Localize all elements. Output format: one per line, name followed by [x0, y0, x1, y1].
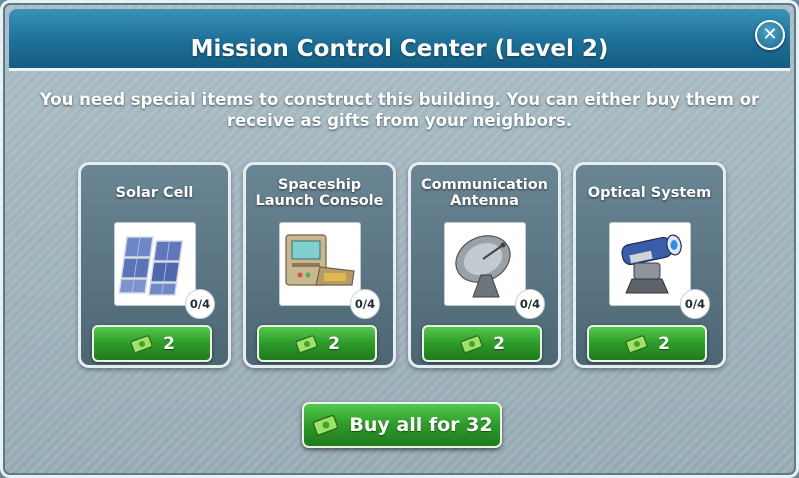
cash-icon — [313, 414, 339, 436]
item-count-badge: 0/4 — [185, 289, 215, 319]
cash-icon — [130, 334, 153, 353]
item-image-box — [444, 222, 526, 306]
item-name: Spaceship Launch Console — [255, 177, 384, 209]
item-count-badge: 0/4 — [515, 289, 545, 319]
cash-icon — [625, 334, 648, 353]
item-card-optical-system: Optical System 0/4 2 — [573, 162, 726, 368]
cash-icon — [460, 334, 483, 353]
item-price: 2 — [658, 333, 670, 354]
item-image-box — [114, 222, 196, 306]
solar-cell-icon — [118, 236, 184, 296]
dialog-title: Mission Control Center (Level 2) — [190, 36, 609, 62]
optical-system-icon — [621, 234, 682, 294]
launch-console-icon — [285, 234, 355, 286]
item-name: Communication Antenna — [420, 177, 548, 209]
item-image-box — [279, 222, 361, 306]
buy-communication-antenna-button[interactable]: 2 — [422, 325, 542, 362]
title-bar: Mission Control Center (Level 2) — [9, 9, 790, 71]
item-name: Solar Cell — [115, 185, 194, 201]
buy-all-button[interactable]: Buy all for 32 — [302, 402, 502, 448]
item-price: 2 — [328, 333, 340, 354]
buy-solar-cell-button[interactable]: 2 — [92, 325, 212, 362]
item-name: Optical System — [587, 185, 712, 201]
close-icon: ✕ — [762, 24, 778, 45]
item-image-box — [609, 222, 691, 306]
item-price: 2 — [493, 333, 505, 354]
construction-dialog: Mission Control Center (Level 2) ✕ You n… — [0, 0, 799, 478]
buy-launch-console-button[interactable]: 2 — [257, 325, 377, 362]
item-count-badge: 0/4 — [350, 289, 380, 319]
cash-icon — [295, 334, 318, 353]
item-card-solar-cell: Solar Cell 0/4 2 — [78, 162, 231, 368]
instruction-message: You need special items to construct this… — [39, 90, 760, 130]
item-card-launch-console: Spaceship Launch Console 0/4 2 — [243, 162, 396, 368]
close-button[interactable]: ✕ — [755, 20, 785, 50]
buy-all-label: Buy all for 32 — [349, 414, 493, 436]
buy-optical-system-button[interactable]: 2 — [587, 325, 707, 362]
item-price: 2 — [163, 333, 175, 354]
antenna-icon — [455, 235, 511, 298]
item-card-communication-antenna: Communication Antenna 0/4 2 — [408, 162, 561, 368]
item-count-badge: 0/4 — [680, 289, 710, 319]
